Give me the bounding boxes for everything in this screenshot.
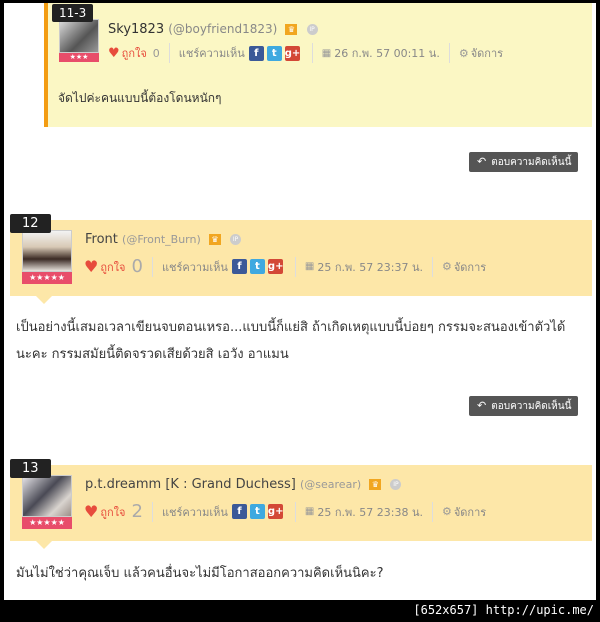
manage-link[interactable]: จัดการ (454, 258, 486, 276)
like-count: 0 (131, 256, 143, 277)
twitter-icon[interactable]: t (249, 259, 265, 274)
like-button[interactable]: ถูกใจ (122, 44, 147, 62)
like-button[interactable]: ถูกใจ (100, 503, 125, 521)
share-label: แชร์ความเห็น (178, 47, 245, 60)
manage-link[interactable]: จัดการ (471, 44, 503, 62)
user-handle: (@searear) (300, 478, 362, 491)
googleplus-icon[interactable]: g+ (267, 504, 283, 519)
gear-icon[interactable]: ⚙ (442, 505, 452, 518)
avatar[interactable] (22, 230, 72, 272)
avatar[interactable] (59, 19, 99, 53)
comments-page: 11-3 ★★★ Sky1823 (@boyfriend1823) ♛ IP ♥… (4, 3, 596, 600)
reply-button-label: ตอบความคิดเห็นนี้ (491, 157, 572, 168)
crown-icon: ♛ (208, 234, 221, 245)
rank-stars: ★★★★★ (22, 272, 72, 284)
reply-button-label: ตอบความคิดเห็นนี้ (491, 401, 572, 412)
crown-icon: ♛ (285, 24, 298, 35)
comment-header: 12 ★★★★★ Front (@Front_Burn) ♛ IP ♥ ถูกใ… (10, 214, 592, 304)
reply-button[interactable]: ↶ ตอบความคิดเห็นนี้ (469, 396, 579, 416)
comment-date: 25 ก.พ. 57 23:37 น. (317, 260, 423, 274)
footer-text: [652x657] http://upic.me/ (413, 603, 594, 617)
comment-author: p.t.dreamm [K : Grand Duchess] (@searear… (85, 477, 402, 492)
facebook-icon[interactable]: f (231, 504, 247, 519)
ip-badge: IP (390, 479, 402, 490)
googleplus-icon[interactable]: g+ (284, 45, 300, 61)
username[interactable]: p.t.dreamm [K : Grand Duchess] (85, 477, 296, 492)
user-handle: (@Front_Burn) (122, 233, 201, 246)
divider (294, 501, 296, 522)
reply-arrow-icon: ↶ (477, 399, 487, 412)
comment-text: มันไม่ใช่ว่าคุณเจ็บ แล้วคนอื่นจะไม่มีโอก… (16, 566, 384, 581)
calendar-icon: ▦ (321, 47, 332, 59)
heart-icon[interactable]: ♥ (108, 46, 120, 61)
comment-number: 12 (10, 214, 51, 233)
reply-number: 11-3 (52, 4, 94, 22)
comment-text: เป็นอย่างนี้เสมอเวลาเขียนจบตอนเหรอ...แบบ… (16, 320, 566, 362)
username[interactable]: Front (85, 232, 118, 247)
like-count: 0 (152, 46, 160, 60)
comment-header: 13 ★★★★★ p.t.dreamm [K : Grand Duchess] … (10, 459, 592, 549)
rank-stars: ★★★ (59, 53, 99, 62)
googleplus-icon[interactable]: g+ (267, 259, 283, 274)
divider (431, 501, 433, 522)
reply-author: Sky1823 (@boyfriend1823) ♛ IP (108, 22, 318, 37)
reply-button[interactable]: ↶ ตอบความคิดเห็นนี้ (469, 152, 579, 172)
speech-tail (36, 541, 52, 549)
manage-link[interactable]: จัดการ (454, 503, 486, 521)
comment-date: 25 ก.พ. 57 23:38 น. (317, 505, 423, 519)
gear-icon[interactable]: ⚙ (442, 260, 452, 273)
facebook-icon[interactable]: f (248, 45, 264, 61)
divider (151, 501, 153, 522)
rank-stars: ★★★★★ (22, 517, 72, 529)
reply-date: 26 ก.พ. 57 00:11 น. (334, 47, 440, 60)
image-host-footer: [652x657] http://upic.me/ (0, 600, 600, 622)
comment-number: 13 (10, 459, 51, 478)
reply-arrow-icon: ↶ (477, 155, 487, 168)
reply-text: จัดไปค่ะคนแบบนี้ต้องโดนหนักๆ (58, 91, 222, 105)
comment-actions: ♥ ถูกใจ 0 แชร์ความเห็น f t g+ ▦ 25 ก.พ. … (84, 256, 486, 277)
divider (431, 256, 433, 277)
divider (168, 43, 170, 63)
calendar-icon: ▦ (304, 261, 315, 272)
share-label: แชร์ความเห็น (161, 260, 228, 274)
like-button[interactable]: ถูกใจ (100, 258, 125, 276)
facebook-icon[interactable]: f (231, 259, 247, 274)
like-count: 2 (131, 501, 143, 522)
calendar-icon: ▦ (304, 506, 315, 517)
username[interactable]: Sky1823 (108, 22, 164, 37)
heart-icon[interactable]: ♥ (84, 257, 98, 276)
crown-icon: ♛ (369, 479, 382, 490)
ip-badge: IP (306, 24, 318, 35)
divider (294, 256, 296, 277)
avatar[interactable] (22, 475, 72, 517)
share-label: แชร์ความเห็น (161, 505, 228, 519)
ip-badge: IP (230, 234, 242, 245)
twitter-icon[interactable]: t (249, 504, 265, 519)
divider (151, 256, 153, 277)
divider (448, 43, 450, 63)
heart-icon[interactable]: ♥ (84, 502, 98, 521)
reply-card: ★★★ Sky1823 (@boyfriend1823) ♛ IP ♥ ถูกใ… (44, 3, 592, 127)
comment-actions: ♥ ถูกใจ 2 แชร์ความเห็น f t g+ ▦ 25 ก.พ. … (84, 501, 486, 522)
divider (311, 43, 313, 63)
comment-author: Front (@Front_Burn) ♛ IP (85, 232, 242, 247)
user-handle: (@boyfriend1823) (168, 22, 278, 36)
reply-actions: ♥ ถูกใจ 0 แชร์ความเห็น f t g+ ▦ 26 ก.พ. … (108, 43, 503, 63)
gear-icon[interactable]: ⚙ (459, 47, 469, 60)
speech-tail (36, 296, 52, 304)
twitter-icon[interactable]: t (266, 45, 282, 61)
